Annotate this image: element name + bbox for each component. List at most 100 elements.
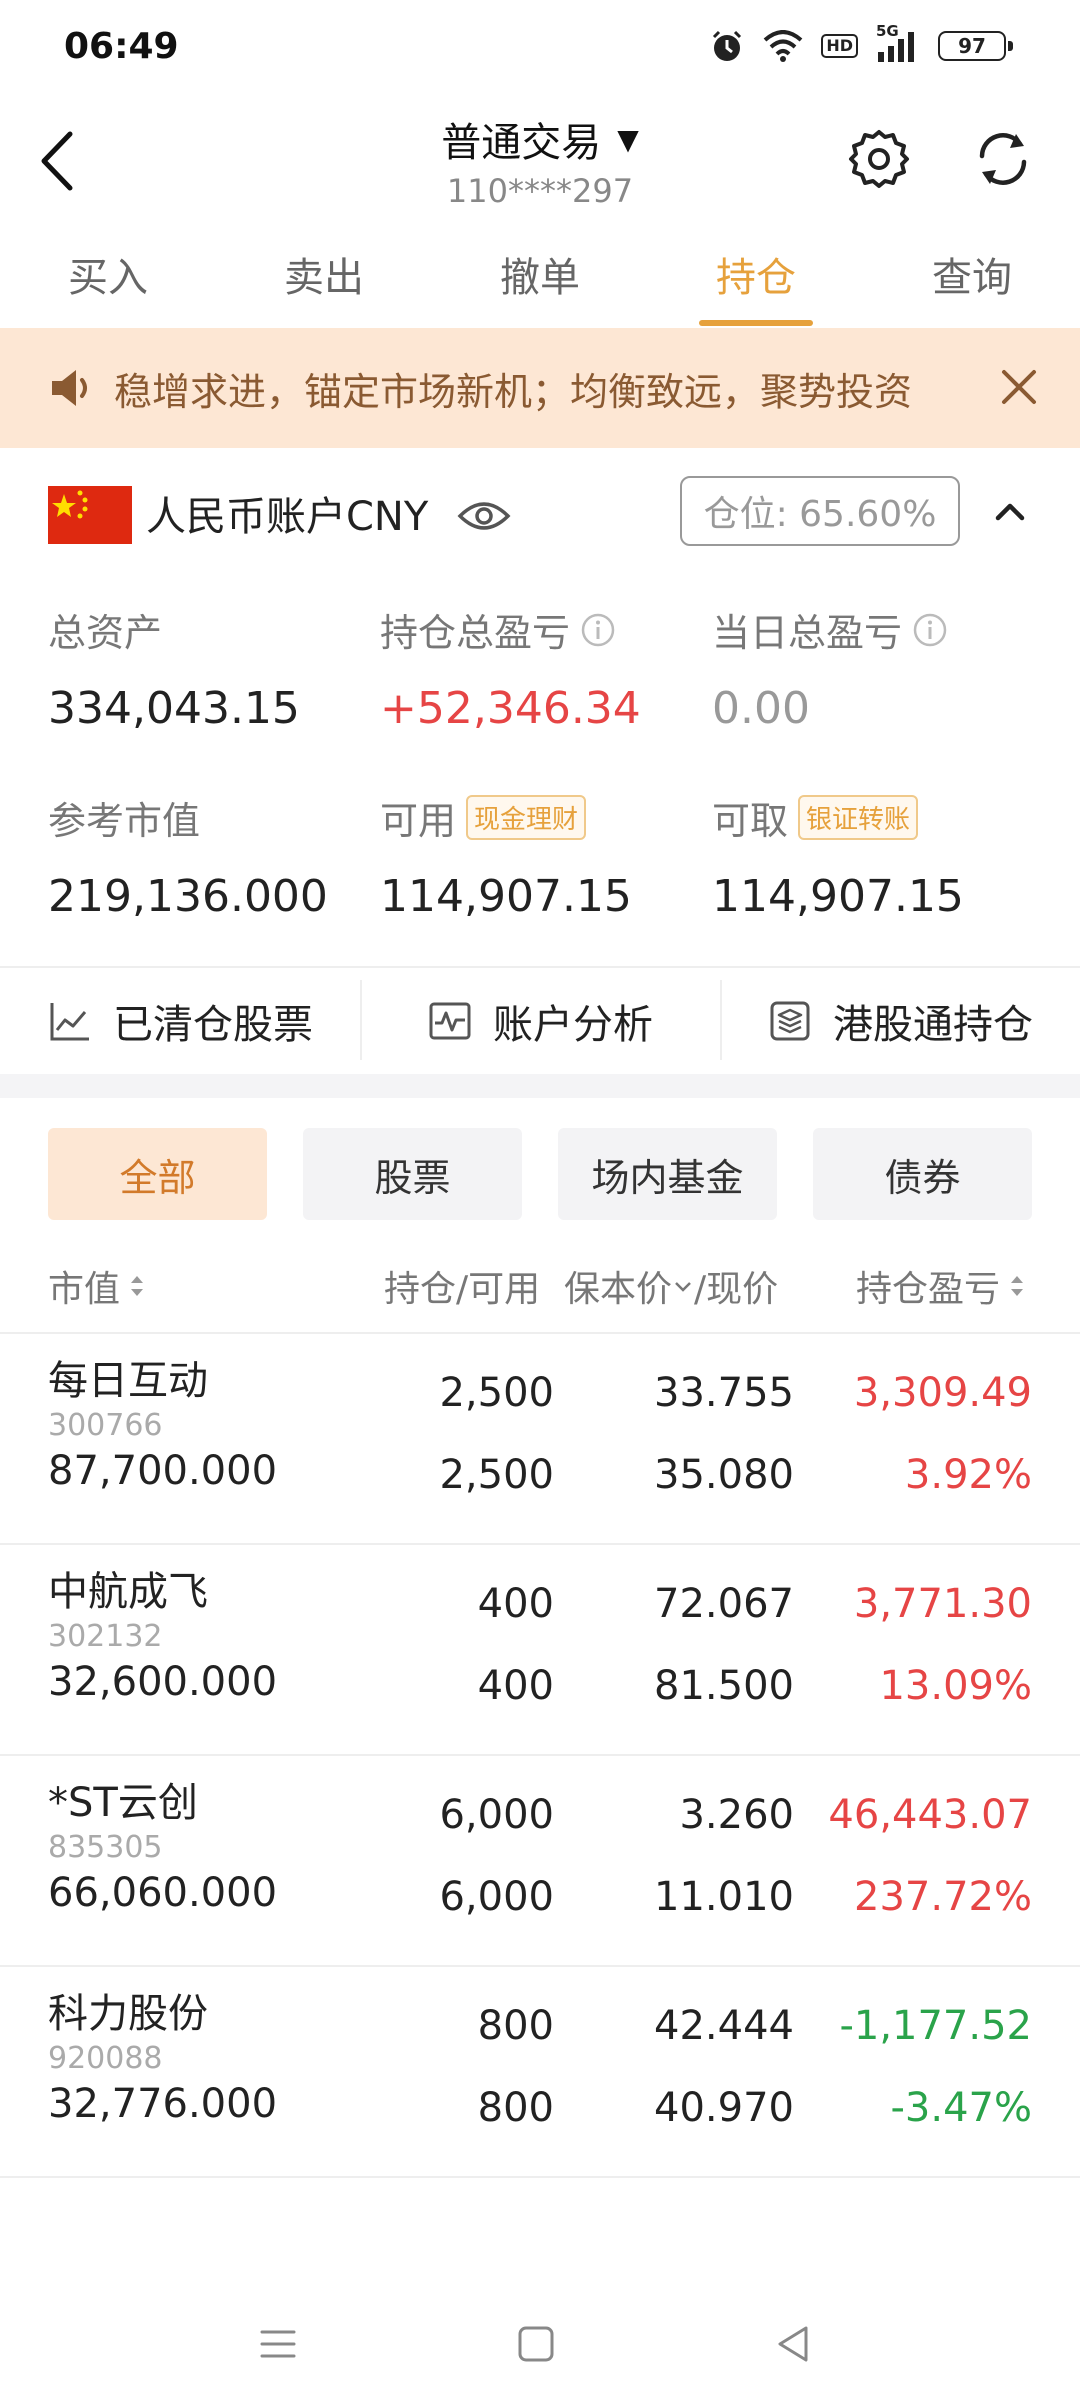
filter-stocks[interactable]: 股票 xyxy=(303,1128,522,1220)
layers-icon xyxy=(770,1001,810,1041)
stock-code: 835305 xyxy=(48,1830,163,1865)
tab-buy[interactable]: 买入 xyxy=(0,236,216,326)
header-title: 普通交易 xyxy=(441,120,602,166)
position-pl-pct: 3.92% xyxy=(904,1452,1032,1498)
current-price: 11.010 xyxy=(654,1874,794,1920)
bank-transfer-tag[interactable]: 银证转账 xyxy=(798,795,919,840)
current-price: 81.500 xyxy=(654,1663,794,1709)
position-qty: 400 xyxy=(477,1581,554,1627)
position-qty: 6,000 xyxy=(439,1792,554,1838)
hd-badge: HD xyxy=(821,34,858,58)
th-pl[interactable]: 持仓盈亏 xyxy=(856,1260,1026,1312)
stock-code: 300766 xyxy=(48,1408,163,1443)
th-label: /现价 xyxy=(694,1269,779,1310)
account-row: 人民币账户CNY 仓位: 65.60% xyxy=(0,466,1080,576)
stat-value: +52,346.34 xyxy=(380,683,641,734)
current-price: 40.970 xyxy=(654,2085,794,2131)
sort-icon xyxy=(131,1276,144,1296)
tab-query[interactable]: 查询 xyxy=(864,236,1080,326)
gear-icon[interactable] xyxy=(846,126,912,192)
tab-positions[interactable]: 持仓 xyxy=(648,236,864,326)
account-name: 人民币账户CNY xyxy=(146,494,429,540)
eye-icon[interactable] xyxy=(456,488,512,544)
table-row[interactable]: 每日互动 300766 87,700.000 2,500 2,500 33.75… xyxy=(0,1334,1080,1545)
tab-cancel-order[interactable]: 撤单 xyxy=(432,236,648,326)
stat-value: 219,136.000 xyxy=(48,871,328,922)
quick-link-label: 账户分析 xyxy=(493,1002,653,1048)
stat-total-assets: 总资产 334,043.15 xyxy=(48,602,378,734)
th-market-value[interactable]: 市值 xyxy=(48,1260,146,1312)
filter-bonds[interactable]: 债券 xyxy=(813,1128,1032,1220)
th-qty: 持仓/可用 xyxy=(384,1269,541,1310)
holdings-table-header: 市值 持仓/可用 保本价 /现价 持仓盈亏 xyxy=(0,1246,1080,1334)
notice-banner[interactable]: 稳增求进，锚定市场新机；均衡致远，聚势投资 xyxy=(0,328,1080,448)
th-label: 保本价 xyxy=(564,1269,673,1310)
info-icon[interactable] xyxy=(912,612,948,648)
header-title-group: 普通交易 ▼ 110****297 xyxy=(0,110,1080,210)
stock-name: 科力股份 xyxy=(48,1991,208,2037)
available-qty: 800 xyxy=(477,2085,554,2131)
stat-label: 持仓总盈亏 xyxy=(380,611,571,655)
stock-market-value: 87,700.000 xyxy=(48,1448,278,1494)
stock-market-value: 32,776.000 xyxy=(48,2081,278,2127)
wifi-icon xyxy=(764,30,803,62)
cleared-stocks-link[interactable]: 已清仓股票 xyxy=(0,968,360,1074)
network-type: 5G xyxy=(876,22,899,40)
sort-icon xyxy=(1011,1276,1024,1296)
stat-label: 可用 xyxy=(380,799,457,843)
stat-label: 当日总盈亏 xyxy=(712,611,903,655)
status-bar: 06:49 HD 5G 97 xyxy=(0,0,1080,96)
stat-position-pl: 持仓总盈亏 +52,346.34 xyxy=(380,602,710,734)
filter-etf[interactable]: 场内基金 xyxy=(558,1128,777,1220)
header: 普通交易 ▼ 110****297 xyxy=(0,96,1080,226)
th-label: 持仓盈亏 xyxy=(856,1269,1001,1310)
stock-market-value: 32,600.000 xyxy=(48,1659,278,1705)
position-qty: 800 xyxy=(477,2003,554,2049)
cash-management-tag[interactable]: 现金理财 xyxy=(466,795,587,840)
quick-link-label: 港股通持仓 xyxy=(833,1002,1033,1048)
section-gap xyxy=(0,1074,1080,1098)
quick-links: 已清仓股票 账户分析 港股通持仓 xyxy=(0,968,1080,1074)
chevron-up-icon[interactable] xyxy=(990,492,1030,532)
signal-indicator: 5G xyxy=(876,22,920,62)
position-qty: 2,500 xyxy=(439,1370,554,1416)
china-flag-icon xyxy=(48,486,132,544)
info-icon[interactable] xyxy=(580,612,616,648)
th-price[interactable]: 保本价 /现价 xyxy=(564,1260,778,1312)
account-analysis-link[interactable]: 账户分析 xyxy=(360,968,720,1074)
close-icon[interactable] xyxy=(996,364,1042,410)
stat-label: 可取 xyxy=(712,799,789,843)
alarm-icon xyxy=(713,30,742,61)
status-icons: HD 5G 97 xyxy=(709,22,1013,64)
menu-icon[interactable] xyxy=(254,2320,302,2368)
table-row[interactable]: 中航成飞 302132 32,600.000 400 400 72.067 81… xyxy=(0,1545,1080,1756)
filter-all[interactable]: 全部 xyxy=(48,1128,267,1220)
refresh-icon[interactable] xyxy=(970,126,1036,192)
position-pl: 3,771.30 xyxy=(853,1581,1032,1627)
status-time: 06:49 xyxy=(64,26,179,67)
table-row[interactable]: 科力股份 920088 32,776.000 800 800 42.444 40… xyxy=(0,1967,1080,2178)
stat-value: 0.00 xyxy=(712,683,810,734)
th-label: 市值 xyxy=(48,1269,121,1310)
trade-mode-selector[interactable]: 普通交易 ▼ xyxy=(441,110,639,168)
back-triangle-icon[interactable] xyxy=(770,2320,818,2368)
account-number: 110****297 xyxy=(446,172,634,210)
stock-market-value: 66,060.000 xyxy=(48,1870,278,1916)
stock-name: 每日互动 xyxy=(48,1358,208,1404)
line-chart-icon xyxy=(50,1003,89,1041)
home-square-icon[interactable] xyxy=(512,2320,560,2368)
stat-daily-pl: 当日总盈亏 0.00 xyxy=(712,602,1042,734)
position-ratio-badge: 仓位: 65.60% xyxy=(680,476,960,546)
position-pl: -1,177.52 xyxy=(839,2003,1032,2049)
current-price: 35.080 xyxy=(654,1452,794,1498)
tab-sell[interactable]: 卖出 xyxy=(216,236,432,326)
available-qty: 6,000 xyxy=(439,1874,554,1920)
stat-market-value: 参考市值 219,136.000 xyxy=(48,790,378,922)
stock-code: 920088 xyxy=(48,2041,163,2076)
table-row[interactable]: *ST云创 835305 66,060.000 6,000 6,000 3.26… xyxy=(0,1756,1080,1967)
position-pl-pct: -3.47% xyxy=(890,2085,1032,2131)
stat-available: 可用 现金理财 114,907.15 xyxy=(380,790,710,922)
trade-tabs: 买入 卖出 撤单 持仓 查询 xyxy=(0,236,1080,326)
speaker-icon xyxy=(52,370,87,406)
hk-connect-positions-link[interactable]: 港股通持仓 xyxy=(720,968,1080,1074)
